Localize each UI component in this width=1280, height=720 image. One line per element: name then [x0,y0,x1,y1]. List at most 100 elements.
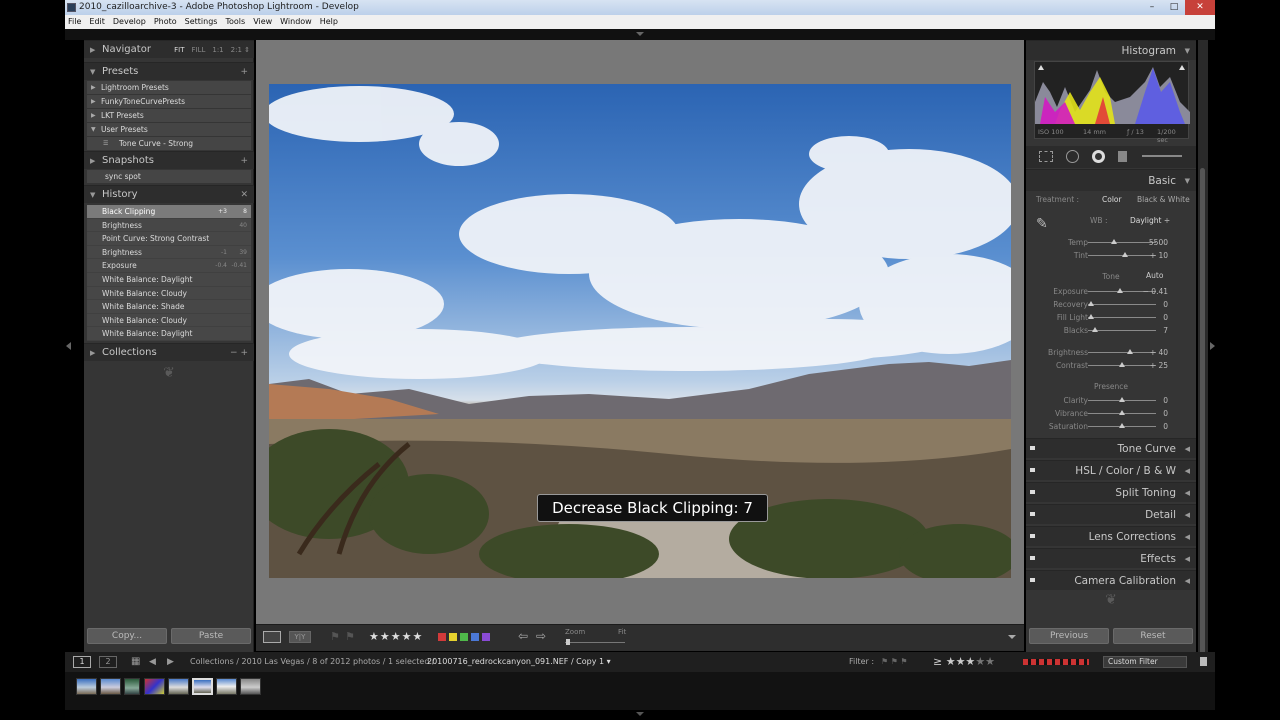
filmstrip[interactable] [65,672,1215,710]
history-item[interactable]: White Balance: Cloudy [87,313,251,328]
treatment-bw-option[interactable]: Black & White [1137,190,1190,210]
slider-track[interactable] [1088,330,1156,331]
filmstrip-thumbnail[interactable] [216,678,237,695]
navigator-header[interactable]: ▶ Navigator FIT FILL 1:1 2:1 ⇕ [84,40,254,58]
reset-button[interactable]: Reset [1113,628,1193,644]
panel-switch-icon[interactable] [1030,534,1035,538]
panel-header-effects[interactable]: Effects ◀ [1026,548,1196,568]
minimize-button[interactable]: – [1141,0,1163,15]
flag-filter-icon[interactable]: ⚑ ⚑ ⚑ [881,652,908,672]
slider-track[interactable] [1088,352,1156,353]
add-preset-icon[interactable]: + [240,63,248,81]
history-item[interactable]: Brightness 40 [87,218,251,233]
collections-menu-icon[interactable]: − + [230,344,248,362]
menu-view[interactable]: View [253,15,272,29]
previous-photo-icon[interactable]: ⇦ [518,629,528,643]
panel-header-camera-calibration[interactable]: Camera Calibration ◀ [1026,570,1196,590]
filmstrip-thumbnail-selected[interactable] [192,678,213,695]
slider-thumb[interactable] [1119,423,1125,428]
slider-thumb[interactable] [1088,301,1095,306]
filmstrip-thumbnail[interactable] [100,678,121,695]
filmstrip-thumbnail[interactable] [144,678,165,695]
nav-fit-option[interactable]: FIT [174,41,184,59]
slider-track[interactable] [1088,242,1156,243]
slider-thumb[interactable] [1122,252,1129,257]
slider-value[interactable]: 0 [1163,394,1168,407]
filmstrip-toggle-icon[interactable] [636,712,644,716]
panel-header-tone-curve[interactable]: Tone Curve ◀ [1026,438,1196,458]
back-icon[interactable]: ◀ [149,652,156,672]
primary-window-button[interactable]: 1 [73,656,91,668]
panel-header-detail[interactable]: Detail ◀ [1026,504,1196,524]
zoom-slider[interactable] [565,642,625,643]
history-header[interactable]: ▼ History ✕ [84,185,254,203]
preset-folder[interactable]: ▼ User Presets [87,123,251,136]
slider-thumb[interactable] [1127,349,1134,354]
history-item[interactable]: Point Curve: Strong Contrast [87,232,251,246]
copy-button[interactable]: Copy... [87,628,167,644]
adjustment-brush-icon[interactable] [1142,155,1182,157]
forward-icon[interactable]: ▶ [167,652,174,672]
panel-switch-icon[interactable] [1030,556,1035,560]
basic-header[interactable]: Basic ▼ [1026,169,1196,191]
star-rating-icon[interactable]: ★★★★★ [369,630,423,643]
previous-button[interactable]: Previous [1029,628,1109,644]
filmstrip-thumbnail[interactable] [168,678,189,695]
filmstrip-thumbnail[interactable] [76,678,97,695]
slider-thumb[interactable] [1119,410,1125,415]
history-item[interactable]: Black Clipping +3 8 [87,205,251,219]
menu-edit[interactable]: Edit [89,15,105,29]
history-item[interactable]: White Balance: Shade [87,300,251,314]
slider-value[interactable]: − 0.41 [1143,285,1168,298]
clear-history-icon[interactable]: ✕ [240,186,248,204]
panel-switch-icon[interactable] [1030,490,1035,494]
menu-file[interactable]: File [68,15,81,29]
slider-thumb[interactable] [1110,239,1117,244]
main-photo[interactable]: Decrease Black Clipping: 7 [269,84,1011,578]
slider-thumb[interactable] [1091,327,1098,332]
toolbar-menu-icon[interactable] [1008,635,1016,639]
grid-view-icon[interactable]: ▦ [131,652,140,672]
slider-value[interactable]: + 40 [1150,346,1168,359]
preset-item[interactable]: ☰ Tone Curve - Strong [87,137,251,150]
panel-switch-icon[interactable] [1030,468,1035,472]
right-panel-scrollbar[interactable] [1198,40,1208,658]
slider-value[interactable]: 7 [1163,324,1168,337]
top-panel-toggle-strip[interactable] [65,29,1215,40]
highlight-clipping-icon[interactable] [1179,65,1185,70]
histogram-graph[interactable]: ISO 100 14 mm ƒ / 13 1/200 sec [1034,61,1190,144]
close-button[interactable]: ✕ [1185,0,1215,15]
flag-icon[interactable]: ⚑ [330,630,340,643]
rating-filter-icon[interactable]: ≥ ★★★★★ [933,652,995,672]
history-item[interactable]: White Balance: Daylight [87,327,251,341]
filmstrip-thumbnail[interactable] [240,678,261,695]
shadow-clipping-icon[interactable] [1038,65,1044,70]
menu-photo[interactable]: Photo [154,15,177,29]
slider-track[interactable] [1088,304,1156,305]
graduated-filter-icon[interactable] [1118,151,1127,162]
slider-value[interactable]: + 10 [1150,249,1168,262]
slider-value[interactable]: 0 [1163,298,1168,311]
panel-switch-icon[interactable] [1030,446,1035,450]
preset-folder[interactable]: ▶ LKT Presets [87,109,251,122]
zoom-slider-thumb[interactable] [566,639,570,645]
secondary-window-button[interactable]: 2 [99,656,117,668]
color-label-swatch[interactable] [438,633,446,641]
filter-lock-icon[interactable] [1200,657,1207,666]
source-path[interactable]: Collections / 2010 Las Vegas / 8 of 2012… [190,652,435,672]
auto-tone-button[interactable]: Auto [1146,271,1163,280]
color-label-swatch[interactable] [460,633,468,641]
preset-folder[interactable]: ▶ Lightroom Presets [87,81,251,94]
collections-header[interactable]: ▶ Collections − + [84,343,254,361]
history-item[interactable]: Exposure -0.4 -0.41 [87,259,251,273]
add-snapshot-icon[interactable]: + [240,152,248,170]
before-after-view-icon[interactable]: Y|Y [289,631,311,643]
slider-value[interactable]: 0 [1163,311,1168,324]
panel-header-split-toning[interactable]: Split Toning ◀ [1026,482,1196,502]
collapse-arrow-icon[interactable] [636,32,644,36]
panel-header-hsl-color-b-w[interactable]: HSL / Color / B & W ◀ [1026,460,1196,480]
nav-2to1-option[interactable]: 2:1 ⇕ [231,41,250,59]
scrollbar-thumb[interactable] [1200,168,1205,658]
photo-canvas[interactable]: Decrease Black Clipping: 7 [256,40,1024,624]
maximize-button[interactable]: □ [1163,0,1185,15]
